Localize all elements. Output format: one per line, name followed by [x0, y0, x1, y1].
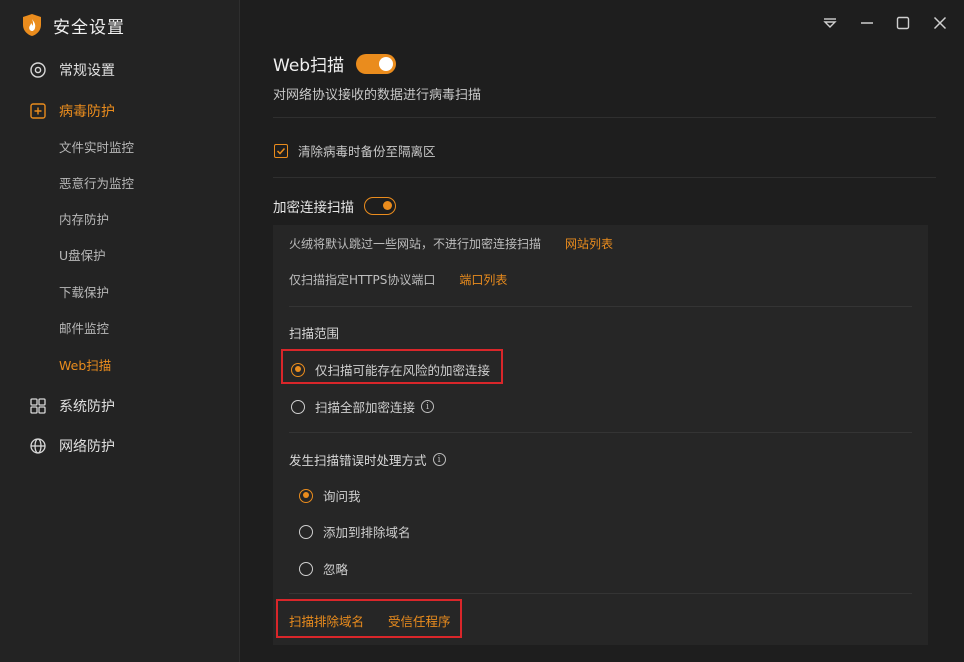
sidebar-sub-web-scan[interactable]: Web扫描	[59, 356, 111, 376]
https-ports-text: 仅扫描指定HTTPS协议端口	[289, 273, 436, 287]
globe-icon	[28, 436, 48, 456]
web-scan-header: Web扫描	[273, 51, 397, 76]
sidebar-item-virus-protection[interactable]: 病毒防护	[28, 98, 115, 124]
sidebar-item-label: 网络防护	[59, 439, 115, 455]
web-scan-toggle[interactable]	[356, 53, 397, 74]
sidebar-sub-file-monitor[interactable]: 文件实时监控	[59, 138, 134, 158]
encrypted-scan-panel: 火绒将默认跳过一些网站，不进行加密连接扫描 网站列表 仅扫描指定HTTPS协议端…	[273, 225, 928, 645]
scope-option-all[interactable]: 扫描全部加密连接 i	[291, 397, 435, 416]
divider	[289, 306, 912, 307]
scan-scope-title: 扫描范围	[289, 326, 340, 341]
plus-box-icon	[28, 101, 48, 121]
backup-checkbox-label: 清除病毒时备份至隔离区	[298, 144, 436, 159]
sidebar-sub-behavior-monitor[interactable]: 恶意行为监控	[59, 174, 134, 194]
divider	[273, 177, 936, 178]
main-content: Web扫描 对网络协议接收的数据进行病毒扫描 清除病毒时备份至隔离区 加密连接扫…	[241, 0, 964, 662]
close-icon[interactable]	[929, 12, 951, 34]
sidebar-item-label: 病毒防护	[59, 104, 115, 120]
sidebar-item-system-protection[interactable]: 系统防护	[28, 393, 115, 419]
radio-button[interactable]	[299, 561, 313, 576]
error-option-label: 询问我	[323, 489, 361, 504]
divider	[289, 593, 912, 594]
bottom-links: 扫描排除域名 受信任程序	[289, 611, 451, 630]
radio-button[interactable]	[299, 488, 313, 503]
sidebar-item-general[interactable]: 常规设置	[28, 57, 115, 83]
encrypted-scan-header: 加密连接扫描	[273, 196, 396, 216]
info-icon[interactable]: i	[421, 400, 435, 413]
radio-button[interactable]	[291, 362, 305, 377]
backup-checkbox[interactable]	[274, 143, 288, 158]
https-ports-row: 仅扫描指定HTTPS协议端口 端口列表	[289, 271, 507, 288]
sidebar: 安全设置 常规设置 病毒防护 文件实时监控 恶意行为监控 内存防护 U盘保护 下…	[0, 0, 240, 662]
shield-flame-icon	[22, 13, 44, 37]
sidebar-item-label: 系统防护	[59, 399, 115, 415]
encrypted-scan-title: 加密连接扫描	[273, 200, 354, 216]
site-list-link[interactable]: 网站列表	[565, 235, 613, 252]
skip-sites-row: 火绒将默认跳过一些网站，不进行加密连接扫描 网站列表	[289, 235, 613, 252]
info-icon[interactable]: i	[432, 453, 446, 466]
backup-option: 清除病毒时备份至隔离区	[274, 141, 436, 160]
scope-option-risky[interactable]: 仅扫描可能存在风险的加密连接	[291, 360, 490, 379]
skip-sites-text: 火绒将默认跳过一些网站，不进行加密连接扫描	[289, 237, 542, 251]
radio-button[interactable]	[291, 399, 305, 414]
maximize-icon[interactable]	[892, 12, 914, 34]
grid-icon	[28, 396, 48, 416]
app-header: 安全设置	[22, 12, 125, 38]
divider	[273, 117, 936, 118]
gear-icon	[28, 60, 48, 80]
error-handling-label: 发生扫描错误时处理方式	[289, 453, 427, 468]
error-option-ask[interactable]: 询问我	[299, 486, 361, 505]
encrypted-scan-toggle[interactable]	[364, 197, 396, 215]
sidebar-item-label: 常规设置	[59, 63, 115, 79]
error-handling-title: 发生扫描错误时处理方式 i	[289, 450, 446, 469]
minimize-icon[interactable]	[856, 12, 878, 34]
scope-option-label: 仅扫描可能存在风险的加密连接	[315, 363, 491, 378]
sidebar-sub-mail-monitor[interactable]: 邮件监控	[59, 319, 109, 339]
error-option-ignore[interactable]: 忽略	[299, 559, 348, 578]
radio-button[interactable]	[299, 524, 313, 539]
error-option-label: 忽略	[323, 562, 349, 577]
port-list-link[interactable]: 端口列表	[459, 271, 507, 288]
error-option-label: 添加到排除域名	[323, 525, 411, 540]
scope-option-label: 扫描全部加密连接	[315, 400, 416, 415]
app-title: 安全设置	[53, 17, 125, 38]
sidebar-sub-memory-protection[interactable]: 内存防护	[59, 210, 109, 230]
sidebar-item-network-protection[interactable]: 网络防护	[28, 433, 115, 459]
trusted-programs-link[interactable]: 受信任程序	[388, 611, 451, 630]
divider	[289, 432, 912, 433]
sidebar-sub-usb-protection[interactable]: U盘保护	[59, 246, 106, 266]
excluded-domains-link[interactable]: 扫描排除域名	[289, 611, 364, 630]
error-option-exclude[interactable]: 添加到排除域名	[299, 522, 411, 541]
sidebar-sub-download-protection[interactable]: 下载保护	[59, 283, 109, 303]
dropdown-menu-icon[interactable]	[819, 12, 841, 34]
page-title: Web扫描	[273, 56, 345, 76]
page-description: 对网络协议接收的数据进行病毒扫描	[273, 88, 482, 103]
